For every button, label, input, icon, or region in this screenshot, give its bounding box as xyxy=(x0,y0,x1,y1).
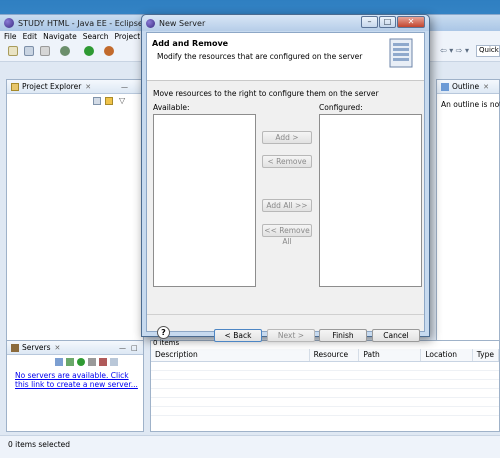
add-all-button[interactable]: Add All >> xyxy=(262,199,312,212)
table-row xyxy=(151,379,499,389)
close-button[interactable]: ✕ xyxy=(397,16,425,28)
stop-server-icon[interactable] xyxy=(99,358,107,366)
outline-panel: Outline ✕ An outline is not av xyxy=(436,79,500,349)
link-editor-icon[interactable] xyxy=(105,97,113,105)
collapse-all-icon[interactable] xyxy=(93,97,101,105)
markers-panel: 0 items Description Resource Path Locati… xyxy=(150,339,500,432)
minimize-button[interactable]: – xyxy=(361,16,378,28)
dialog-titlebar[interactable]: New Server – □ ✕ xyxy=(142,15,429,31)
next-button[interactable]: Next > xyxy=(267,329,315,342)
cancel-button[interactable]: Cancel xyxy=(372,329,420,342)
debug-server-icon[interactable] xyxy=(66,358,74,366)
dialog-header: Add and Remove Modify the resources that… xyxy=(147,33,424,81)
outline-label: Outline xyxy=(452,82,480,91)
project-explorer-panel: Project Explorer ✕ — ▽ xyxy=(6,79,144,349)
servers-icon xyxy=(11,343,19,352)
eclipse-title: STUDY HTML - Java EE - Eclipse xyxy=(18,18,143,28)
servers-panel: Servers ✕ — □ No servers are available. … xyxy=(6,340,144,432)
publish-icon[interactable] xyxy=(110,358,118,366)
help-button[interactable]: ? xyxy=(157,326,170,339)
print-icon[interactable] xyxy=(40,46,50,56)
menu-search[interactable]: Search xyxy=(83,32,109,41)
servers-toolbar xyxy=(55,358,118,366)
view-menu-icon[interactable]: ▽ xyxy=(119,96,125,105)
window-controls: – □ ✕ xyxy=(360,16,425,28)
items-count: 0 items xyxy=(153,339,180,347)
finish-button[interactable]: Finish xyxy=(319,329,367,342)
dialog-body: Add and Remove Modify the resources that… xyxy=(146,32,425,342)
configured-label: Configured: xyxy=(319,103,363,112)
maximize-button[interactable]: □ xyxy=(379,16,396,28)
available-list[interactable] xyxy=(153,114,256,287)
collapse-icon[interactable] xyxy=(55,358,63,366)
menu-navigate[interactable]: Navigate xyxy=(43,32,77,41)
navigation-arrows-icon[interactable]: ⇦ ▾ ⇨ ▾ xyxy=(440,46,480,56)
folder-icon xyxy=(11,82,19,91)
add-button[interactable]: Add > xyxy=(262,131,312,144)
table-row xyxy=(151,397,499,407)
close-icon[interactable]: ✕ xyxy=(55,344,61,352)
run-icon[interactable] xyxy=(84,46,94,56)
external-tools-icon[interactable] xyxy=(104,46,114,56)
new-icon[interactable] xyxy=(8,46,18,56)
table-row xyxy=(151,406,499,416)
remove-button[interactable]: < Remove xyxy=(262,155,312,168)
profile-server-icon[interactable] xyxy=(88,358,96,366)
dialog-description: Modify the resources that are configured… xyxy=(157,52,363,61)
close-icon[interactable]: ✕ xyxy=(85,83,91,91)
minimize-icon[interactable]: — xyxy=(119,344,126,352)
debug-icon[interactable] xyxy=(60,46,70,56)
start-server-icon[interactable] xyxy=(77,358,85,366)
minimize-icon[interactable]: — xyxy=(121,83,128,91)
column-location[interactable]: Location xyxy=(420,349,473,362)
back-button[interactable]: < Back xyxy=(214,329,262,342)
remove-all-button[interactable]: << Remove All xyxy=(262,224,312,246)
column-path[interactable]: Path xyxy=(358,349,422,362)
quick-access-field[interactable]: Quick A xyxy=(476,45,500,57)
table-row xyxy=(151,388,499,398)
column-description[interactable]: Description xyxy=(151,349,310,362)
new-server-link[interactable]: No servers are available. Click this lin… xyxy=(15,371,141,389)
markers-table: Description Resource Path Location Type xyxy=(151,349,500,416)
menu-file[interactable]: File xyxy=(4,32,17,41)
available-label: Available: xyxy=(153,103,190,112)
close-icon[interactable]: ✕ xyxy=(483,83,489,91)
status-bar: 0 items selected xyxy=(0,435,500,458)
status-text: 0 items selected xyxy=(8,440,71,449)
dialog-heading: Add and Remove xyxy=(152,39,229,48)
outline-message: An outline is not av xyxy=(441,100,500,109)
configured-list[interactable] xyxy=(319,114,422,287)
dialog-title: New Server xyxy=(159,18,206,28)
new-server-dialog: New Server – □ ✕ Add and Remove Modify t… xyxy=(141,14,430,342)
menu-project[interactable]: Project xyxy=(115,32,141,41)
column-resource[interactable]: Resource xyxy=(309,349,360,362)
eclipse-icon xyxy=(4,18,14,28)
column-type[interactable]: Type xyxy=(472,349,500,362)
maximize-icon[interactable]: □ xyxy=(131,344,138,352)
eclipse-icon xyxy=(146,18,155,28)
dialog-separator xyxy=(147,314,424,315)
outline-icon xyxy=(441,82,449,91)
table-row xyxy=(151,361,499,371)
instruction-text: Move resources to the right to configure… xyxy=(153,89,379,98)
menu-edit[interactable]: Edit xyxy=(23,32,38,41)
project-explorer-label: Project Explorer xyxy=(22,82,82,91)
server-wizard-icon xyxy=(389,38,413,68)
save-icon[interactable] xyxy=(24,46,34,56)
outline-tab[interactable]: Outline ✕ xyxy=(437,80,499,94)
servers-label: Servers xyxy=(22,343,51,352)
table-row xyxy=(151,370,499,380)
